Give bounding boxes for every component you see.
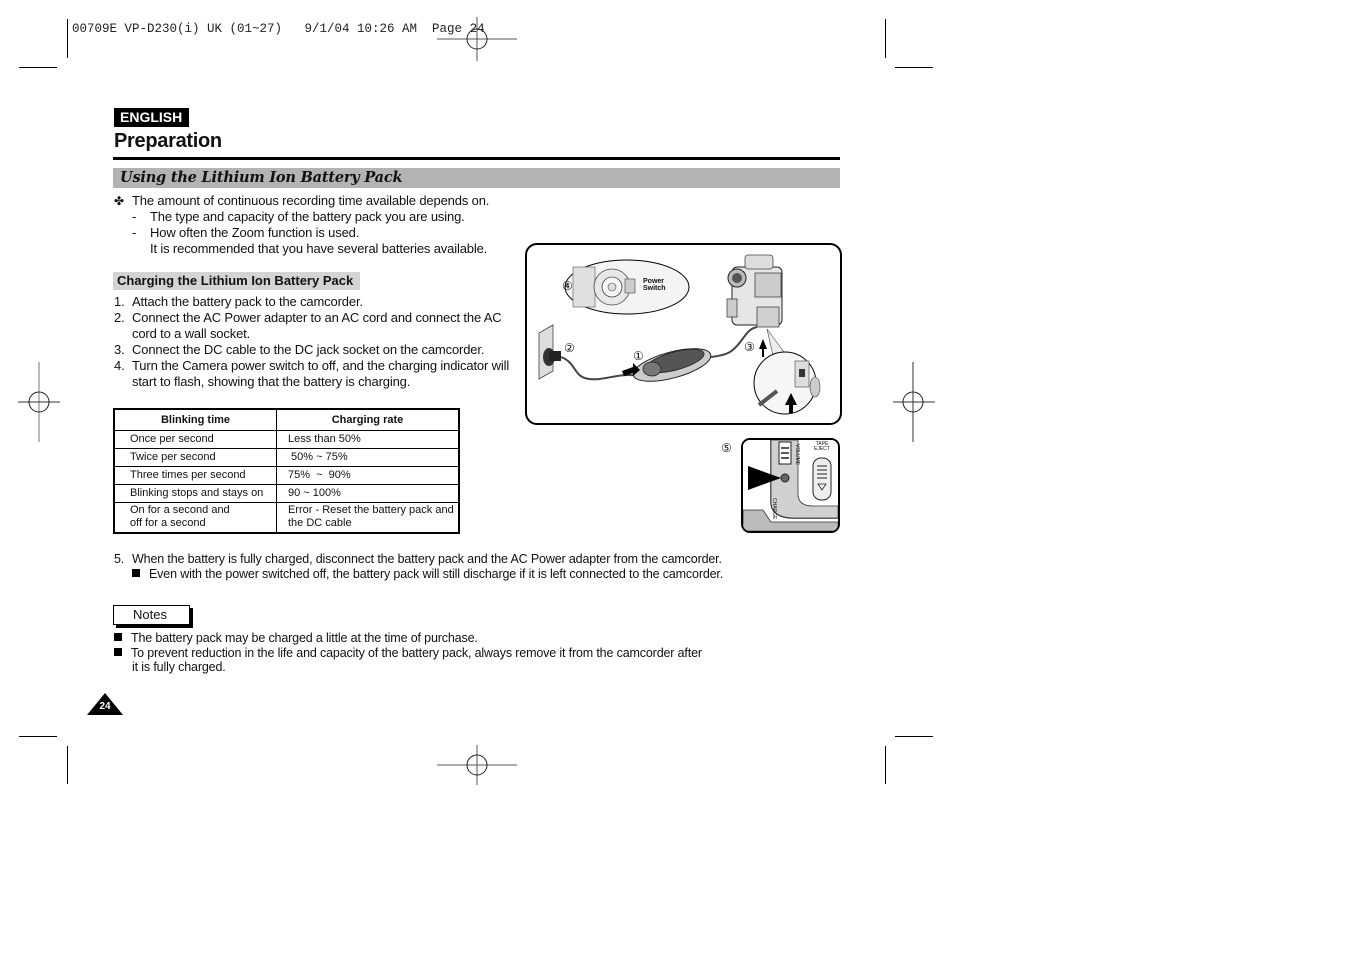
step-text: start to flash, showing that the battery… <box>132 374 411 389</box>
crop-mark <box>67 19 68 58</box>
note-item-continued: it is fully charged. <box>132 660 226 674</box>
step-number: 3. <box>114 342 125 357</box>
square-bullet-icon <box>114 633 122 641</box>
charging-illustration: ④ ② ① ③ Power Switch <box>525 243 842 425</box>
charge-rate-cell: 90 ~ 100% <box>276 484 460 503</box>
step-number: 5. <box>114 552 125 566</box>
table-row: Blinking stops and stays on 90 ~ 100% <box>113 484 460 503</box>
column-header: Blinking time <box>113 408 277 431</box>
charge-label: CHARGE <box>771 498 777 520</box>
section-title: Using the Lithium Ion Battery Pack <box>120 169 403 186</box>
crop-mark <box>895 67 933 68</box>
square-bullet-icon <box>114 648 122 656</box>
crop-mark <box>19 67 57 68</box>
charge-rate-cell: Less than 50% <box>276 430 460 449</box>
registration-mark-icon <box>437 17 517 61</box>
blink-time-cell: Twice per second <box>113 448 277 467</box>
crop-mark <box>67 746 68 784</box>
blink-time-cell: Once per second <box>113 430 277 449</box>
blink-time-cell: On for a second and off for a second <box>113 502 277 533</box>
note-item: The battery pack may be charged a little… <box>114 630 478 646</box>
charge-indicator-illustration: TAPE EJECT CHARGE VOLUME <box>741 438 840 533</box>
step-note: Even with the power switched off, the ba… <box>132 566 723 582</box>
column-header: Charging rate <box>276 408 460 431</box>
callout-1: ① <box>633 349 644 363</box>
step-text: Turn the Camera power switch to off, and… <box>132 358 510 373</box>
intro-lead: The amount of continuous recording time … <box>132 193 490 208</box>
intro-bullet-icon: ✤ <box>114 194 124 208</box>
page-number-badge: 24 <box>87 693 123 715</box>
charge-rate-cell: Error - Reset the battery pack and the D… <box>276 502 460 533</box>
crop-mark <box>895 736 933 737</box>
table-row: On for a second and off for a second Err… <box>113 502 460 533</box>
intro-item: The type and capacity of the battery pac… <box>150 209 465 224</box>
arrow-icon <box>759 339 767 357</box>
power-switch-inset <box>564 259 690 315</box>
notes-label: Notes <box>113 605 190 625</box>
crop-mark <box>19 736 57 737</box>
intro-item: How often the Zoom function is used. <box>150 225 360 240</box>
volume-label: VOLUME <box>794 444 800 466</box>
blink-time-cell: Three times per second <box>113 466 277 485</box>
step-text: Connect the AC Power adapter to an AC co… <box>132 310 502 325</box>
tape-eject-label: TAPE EJECT <box>814 441 830 452</box>
charge-rate-cell: 50% ~ 75% <box>276 448 460 467</box>
step-text: Attach the battery pack to the camcorder… <box>132 294 363 309</box>
dash-icon: - <box>132 209 137 224</box>
charge-lamp-drawing <box>743 440 838 531</box>
print-slug: 00709E VP-D230(i) UK (01~27) 9/1/04 10:2… <box>72 22 485 36</box>
intro-recommendation: It is recommended that you have several … <box>150 241 488 256</box>
blink-rate-table: Blinking time Charging rate Once per sec… <box>113 408 460 534</box>
camcorder-icon <box>726 254 783 328</box>
page-title: Preparation <box>114 130 222 152</box>
blink-time-cell: Blinking stops and stays on <box>113 484 277 503</box>
table-row: Once per second Less than 50% <box>113 430 460 449</box>
callout-3: ③ <box>744 340 755 354</box>
charging-setup-drawing <box>538 254 821 415</box>
registration-mark-icon <box>437 745 517 785</box>
charge-lamp-icon <box>780 473 790 483</box>
charging-heading: Charging the Lithium Ion Battery Pack <box>113 272 361 290</box>
step-text: When the battery is fully charged, disco… <box>132 552 722 566</box>
callout-2: ② <box>564 341 575 355</box>
square-bullet-icon <box>132 569 140 577</box>
callout-4: ④ <box>562 279 573 293</box>
step-number: 1. <box>114 294 125 309</box>
table-header-row: Blinking time Charging rate <box>113 408 460 431</box>
dash-icon: - <box>132 225 137 240</box>
registration-mark-icon <box>18 362 60 442</box>
table-row: Three times per second 75% ~ 90% <box>113 466 460 485</box>
crop-mark <box>885 746 886 784</box>
step-text: cord to a wall socket. <box>132 326 251 341</box>
step-number: 2. <box>114 310 125 325</box>
wall-socket-icon <box>538 324 561 380</box>
charge-rate-cell: 75% ~ 90% <box>276 466 460 485</box>
step-number: 4. <box>114 358 125 373</box>
page-number: 24 <box>99 701 111 712</box>
registration-mark-icon <box>893 362 935 442</box>
title-rule <box>113 157 840 160</box>
crop-mark <box>885 19 886 58</box>
table-row: Twice per second 50% ~ 75% <box>113 448 460 467</box>
language-badge: ENGLISH <box>114 108 190 127</box>
step-text: Connect the DC cable to the DC jack sock… <box>132 342 485 357</box>
power-switch-label: Power Switch <box>643 278 666 292</box>
callout-5: ⑤ <box>721 441 732 455</box>
